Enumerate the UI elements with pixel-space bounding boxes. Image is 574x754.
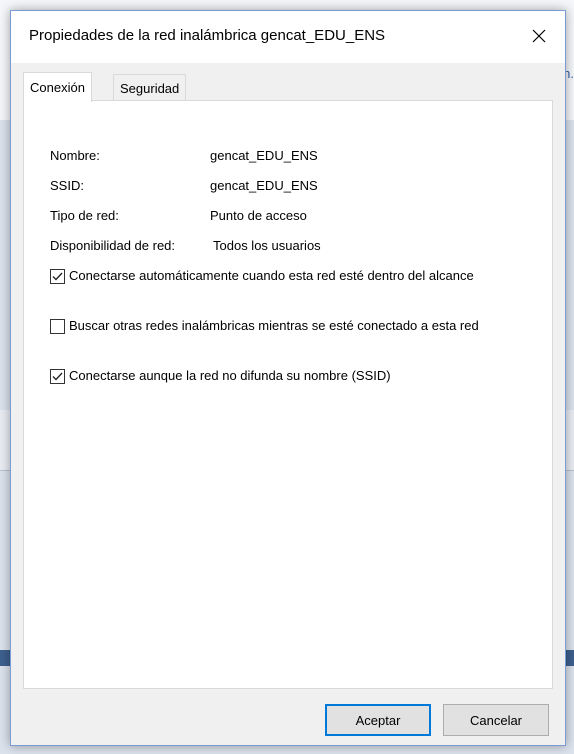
checkbox-checked[interactable] (50, 369, 65, 384)
checkbox-auto-connect[interactable]: Conectarse automáticamente cuando esta r… (50, 268, 499, 284)
title-bar[interactable]: Propiedades de la red inalámbrica gencat… (11, 11, 565, 63)
info-row-nombre: Nombre: gencat_EDU_ENS (50, 148, 318, 163)
info-row-tipo: Tipo de red: Punto de acceso (50, 208, 307, 223)
cancel-button[interactable]: Cancelar (443, 704, 549, 736)
wireless-properties-dialog: Propiedades de la red inalámbrica gencat… (10, 10, 566, 746)
info-label: Tipo de red: (50, 208, 119, 223)
info-value: Punto de acceso (210, 208, 307, 223)
info-value: Todos los usuarios (213, 238, 321, 253)
info-value: gencat_EDU_ENS (210, 178, 318, 193)
info-value: gencat_EDU_ENS (210, 148, 318, 163)
accept-button[interactable]: Aceptar (325, 704, 431, 736)
info-label: Disponibilidad de red: (50, 238, 176, 253)
checkbox-checked[interactable] (50, 269, 65, 284)
close-button[interactable] (521, 19, 557, 53)
tab-panel-conexion: Nombre: gencat_EDU_ENS SSID: gencat_EDU_… (23, 100, 553, 689)
checkbox-label: Buscar otras redes inalámbricas mientras… (69, 318, 479, 333)
dialog-title: Propiedades de la red inalámbrica gencat… (29, 27, 386, 44)
checkbox-connect-hidden-ssid[interactable]: Conectarse aunque la red no difunda su n… (50, 368, 499, 384)
info-row-ssid: SSID: gencat_EDU_ENS (50, 178, 318, 193)
checkbox-label: Conectarse automáticamente cuando esta r… (69, 268, 474, 283)
checkbox-label: Conectarse aunque la red no difunda su n… (69, 368, 391, 383)
checkmark-icon (52, 372, 63, 381)
tab-seguridad[interactable]: Seguridad (113, 74, 187, 101)
info-row-disponibilidad: Disponibilidad de red: Todos los usuario… (50, 238, 321, 253)
checkbox-search-other-networks[interactable]: Buscar otras redes inalámbricas mientras… (50, 318, 499, 334)
info-label: Nombre: (50, 148, 100, 163)
close-icon (532, 29, 546, 43)
checkmark-icon (52, 272, 63, 281)
checkbox-unchecked[interactable] (50, 319, 65, 334)
tab-conexion[interactable]: Conexión (23, 72, 92, 102)
info-label: SSID: (50, 178, 84, 193)
